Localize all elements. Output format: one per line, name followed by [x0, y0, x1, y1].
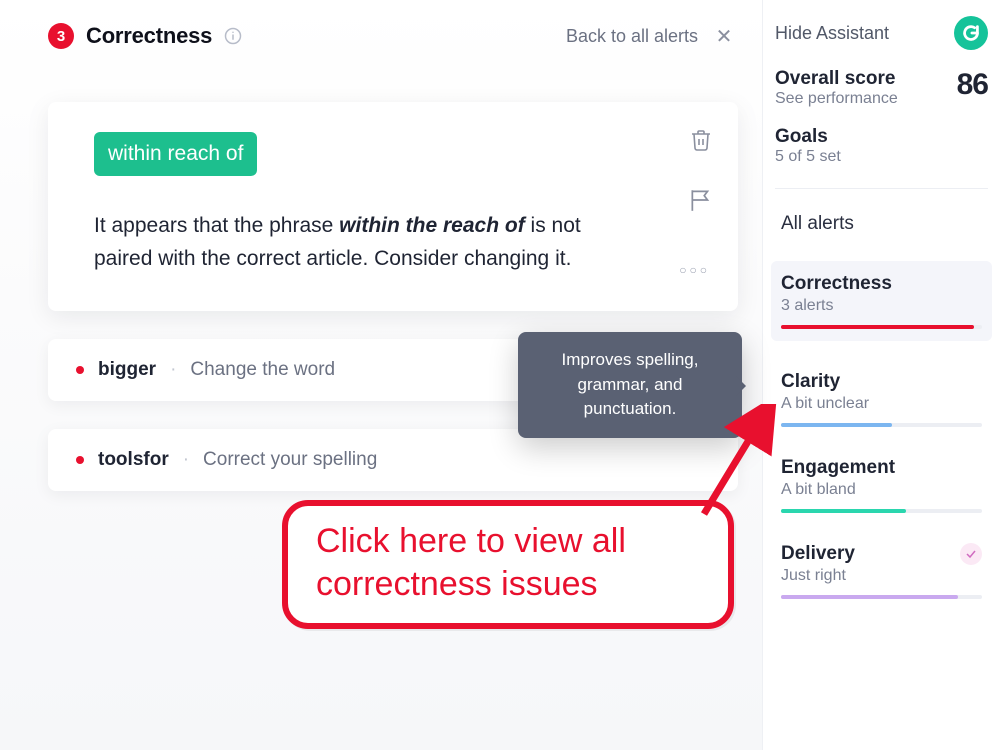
category-title: Delivery — [781, 543, 982, 565]
severity-dot-icon — [76, 456, 84, 464]
alert-row[interactable]: toolsfor · Correct your spelling — [48, 429, 738, 491]
category-title: Engagement — [781, 457, 982, 479]
category-sub: A bit unclear — [781, 395, 982, 413]
flag-icon[interactable] — [688, 187, 714, 218]
suggestion-explanation: It appears that the phrase within the re… — [94, 210, 624, 275]
hide-assistant-link[interactable]: Hide Assistant — [775, 23, 889, 44]
info-icon[interactable] — [224, 27, 242, 45]
category-bar — [781, 325, 974, 329]
alert-count-badge: 3 — [48, 23, 74, 49]
annotation-callout: Click here to view all correctness issue… — [282, 500, 734, 629]
category-bar — [781, 423, 892, 427]
close-icon[interactable]: ✕ — [710, 22, 738, 50]
score-label: Overall score — [775, 68, 898, 90]
grammarly-logo-icon[interactable] — [954, 16, 988, 50]
category-sub: 3 alerts — [781, 297, 982, 315]
separator-dot: · — [170, 359, 176, 381]
separator-dot: · — [183, 449, 189, 471]
overall-score-block[interactable]: Overall score See performance 86 — [775, 68, 988, 108]
more-icon[interactable]: ○○○ — [679, 263, 710, 277]
severity-dot-icon — [76, 366, 84, 374]
category-tooltip: Improves spelling, grammar, and punctuat… — [518, 332, 742, 438]
sidebar-category-correctness[interactable]: Correctness 3 alerts — [771, 261, 992, 341]
all-alerts-link[interactable]: All alerts — [775, 207, 988, 241]
score-value: 86 — [957, 68, 988, 102]
suggestion-card: within reach of It appears that the phra… — [48, 102, 738, 311]
goals-block[interactable]: Goals 5 of 5 set — [775, 126, 988, 166]
goals-sub: 5 of 5 set — [775, 148, 988, 166]
back-to-alerts-link[interactable]: Back to all alerts — [566, 26, 698, 47]
alert-message: Change the word — [190, 359, 335, 381]
alert-word: toolsfor — [98, 449, 169, 471]
category-bar — [781, 595, 958, 599]
trash-icon[interactable] — [689, 128, 713, 157]
divider — [775, 188, 988, 189]
alert-word: bigger — [98, 359, 156, 381]
sidebar-category-clarity[interactable]: Clarity A bit unclear — [775, 365, 988, 427]
category-sub: Just right — [781, 567, 982, 585]
category-title: Correctness — [781, 273, 982, 295]
category-title: Clarity — [781, 371, 982, 393]
see-performance-link[interactable]: See performance — [775, 90, 898, 108]
category-sub: A bit bland — [781, 481, 982, 499]
page-title: Correctness — [86, 23, 212, 49]
alert-message: Correct your spelling — [203, 449, 377, 471]
suggestion-pill[interactable]: within reach of — [94, 132, 257, 176]
sidebar-category-engagement[interactable]: Engagement A bit bland — [775, 451, 988, 513]
sidebar-category-delivery[interactable]: Delivery Just right — [775, 537, 988, 599]
goals-label: Goals — [775, 126, 988, 148]
check-badge-icon — [960, 543, 982, 565]
category-bar — [781, 509, 906, 513]
